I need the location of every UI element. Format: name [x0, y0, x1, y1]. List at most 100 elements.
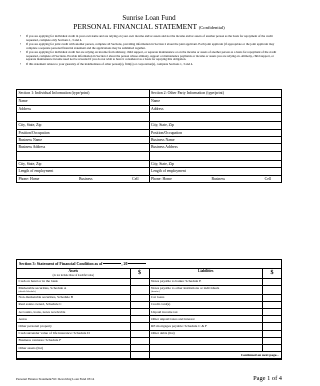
s1-phone-fields[interactable]: Phone: Home Business Cell	[17, 176, 149, 182]
s2-name-field[interactable]: Name	[148, 98, 282, 105]
liability-amount-field[interactable]	[262, 323, 281, 330]
asset-row[interactable]: Accounts, loans, notes receivable	[17, 309, 149, 317]
liability-amount-field[interactable]	[262, 294, 281, 301]
asset-amount-field[interactable]	[129, 301, 149, 309]
liability-amount-field[interactable]	[262, 337, 281, 344]
business-address-row[interactable]: Business Address Business Address	[17, 143, 282, 151]
s1-address2-field[interactable]	[17, 113, 149, 121]
asset-amount-field[interactable]	[129, 352, 149, 359]
asset-label: Cash on hand or in the bank	[18, 279, 58, 283]
s2-business-name-field[interactable]: Business Name	[148, 136, 282, 144]
position-row[interactable]: Position/Occupation Position/Occupation	[17, 128, 282, 136]
s1-phone-cell-label: Cell	[132, 176, 139, 181]
liability-row[interactable]: Notes payable to other institutions or i…	[149, 285, 281, 295]
s1-phone-business-label: Business	[78, 176, 93, 181]
s1-address-field[interactable]: Address	[17, 106, 149, 112]
asset-amount-field[interactable]	[129, 330, 149, 337]
liability-row[interactable]: Credit card(s)	[149, 301, 281, 310]
liability-amount-field[interactable]	[262, 316, 281, 323]
business-address-line2-row[interactable]	[17, 150, 282, 160]
asset-amount-field[interactable]	[129, 285, 149, 294]
asset-amount-field[interactable]	[129, 309, 149, 316]
form-title-text: PERSONAL FINANCIAL STATEMENT	[73, 22, 197, 31]
phone-row[interactable]: Phone: Home Business Cell Phone: Home Bu…	[17, 174, 282, 182]
liability-row[interactable]: Other debts (list)	[149, 330, 281, 338]
liabilities-title: Liabilities	[198, 269, 214, 273]
asset-row[interactable]: Marketable securities, Schedule A (detail…	[17, 285, 149, 295]
asset-row[interactable]: Business ventures: Schedule F	[17, 337, 149, 345]
s2-employment-field[interactable]: Length of employment	[148, 168, 282, 175]
liability-row[interactable]	[149, 345, 281, 353]
asset-label: Business ventures: Schedule F	[18, 338, 62, 343]
name-row[interactable]: Name Name	[17, 97, 282, 105]
liability-row[interactable]: Unpaid income tax	[149, 309, 281, 317]
s2-address-field[interactable]: Address	[148, 105, 282, 113]
s1-employment-field[interactable]: Length of employment	[17, 168, 149, 174]
asset-amount-field[interactable]	[129, 337, 149, 344]
asset-row[interactable]: Cash on hand or in the bank	[17, 278, 149, 286]
asset-row[interactable]: Other assets (list)	[17, 345, 149, 353]
assets-header-label: Assets (do not include those of doubtful…	[17, 269, 130, 278]
liability-row[interactable]	[149, 337, 281, 345]
asset-row[interactable]: Non-marketable securities, Schedule B	[17, 294, 149, 302]
s1-city-field[interactable]: City, State, Zip	[17, 122, 149, 128]
asset-label: Other personal property	[18, 323, 52, 328]
asset-row[interactable]: Other personal property	[17, 323, 149, 331]
s2-business-address-field[interactable]: Business Address	[148, 144, 282, 151]
employment-length-row[interactable]: Length of employment Length of employmen…	[17, 167, 282, 175]
s1-business-city-field[interactable]: City, State, Zip	[17, 161, 149, 167]
assets-liabilities-columns: Assets (do not include those of doubtful…	[17, 269, 281, 360]
city-row[interactable]: City, State, Zip City, State, Zip	[17, 121, 282, 129]
asset-amount-field[interactable]	[129, 345, 149, 352]
s1-business-address-field[interactable]: Business Address	[17, 144, 149, 150]
s1-name-field[interactable]: Name	[17, 98, 149, 104]
liability-amount-field[interactable]	[262, 301, 281, 309]
page-number: Page 1 of 4	[253, 375, 282, 382]
liability-row[interactable]: Car loans	[149, 294, 281, 302]
asset-amount-field[interactable]	[129, 278, 149, 285]
liability-row[interactable]: RE mortgages payable: Schedule C & F	[149, 323, 281, 331]
liability-amount-field[interactable]	[262, 285, 281, 294]
liability-amount-field[interactable]	[262, 345, 281, 352]
form-title-note: (Confidential)	[198, 25, 225, 30]
liabilities-header: Liabilities $	[149, 269, 281, 279]
asset-row[interactable]: Cash surrender value of life insurance: …	[17, 330, 149, 338]
liability-amount-field[interactable]	[262, 309, 281, 316]
business-city-row[interactable]: City, State, Zip City, State, Zip	[17, 159, 282, 168]
asset-label: Accounts, loans, notes receivable	[18, 309, 66, 314]
s1-position-field[interactable]: Position/Occupation	[17, 130, 149, 136]
asset-row[interactable]	[17, 352, 149, 360]
liability-row[interactable]: Other unpaid taxes and interest	[149, 316, 281, 324]
assets-header: Assets (do not include those of doubtful…	[17, 269, 149, 279]
s1-business-name-field[interactable]: Business Name	[17, 137, 149, 143]
asset-amount-field[interactable]	[129, 316, 149, 323]
asset-amount-field[interactable]	[129, 323, 149, 330]
liability-amount-field[interactable]	[262, 330, 281, 337]
s2-phone-fields[interactable]: Phone: Home Business Cell	[148, 175, 282, 182]
asset-row[interactable]: Autos	[17, 316, 149, 324]
address-line2-row[interactable]	[17, 112, 282, 122]
s2-city-field[interactable]: City, State, Zip	[148, 122, 282, 129]
liability-label: Notes payable to other institutions or i…	[151, 286, 220, 291]
address-row[interactable]: Address Address	[17, 104, 282, 113]
s2-address2-field[interactable]	[148, 113, 282, 122]
liability-row[interactable]: Notes payable to banks: Schedule E	[149, 278, 281, 286]
s2-business-address2-field[interactable]	[148, 151, 282, 160]
liability-label: Notes payable to banks: Schedule E	[151, 279, 202, 283]
asset-label: Real estate owned, Schedule C	[18, 302, 62, 307]
asset-row[interactable]: Real estate owned, Schedule C	[17, 301, 149, 310]
s1-business-address2-field[interactable]	[17, 152, 149, 160]
statement-year-blank[interactable]	[128, 263, 147, 264]
asset-label: Autos	[18, 316, 27, 321]
liability-label	[150, 345, 263, 351]
instruction-item: If this statement relates to your guaran…	[20, 62, 282, 67]
liability-amount-field[interactable]	[262, 278, 281, 285]
asset-amount-field[interactable]	[129, 294, 149, 301]
statement-date-blank[interactable]	[103, 263, 122, 264]
document-page: Sunrise Loan Fund PERSONAL FINANCIAL STA…	[16, 14, 282, 361]
s2-position-field[interactable]: Position/Occupation	[148, 129, 282, 136]
section3-title-year: , 20	[121, 261, 128, 266]
liability-label: Unpaid income tax	[151, 309, 178, 314]
s2-business-city-field[interactable]: City, State, Zip	[148, 160, 282, 168]
business-name-row[interactable]: Business Name Business Name	[17, 135, 282, 144]
